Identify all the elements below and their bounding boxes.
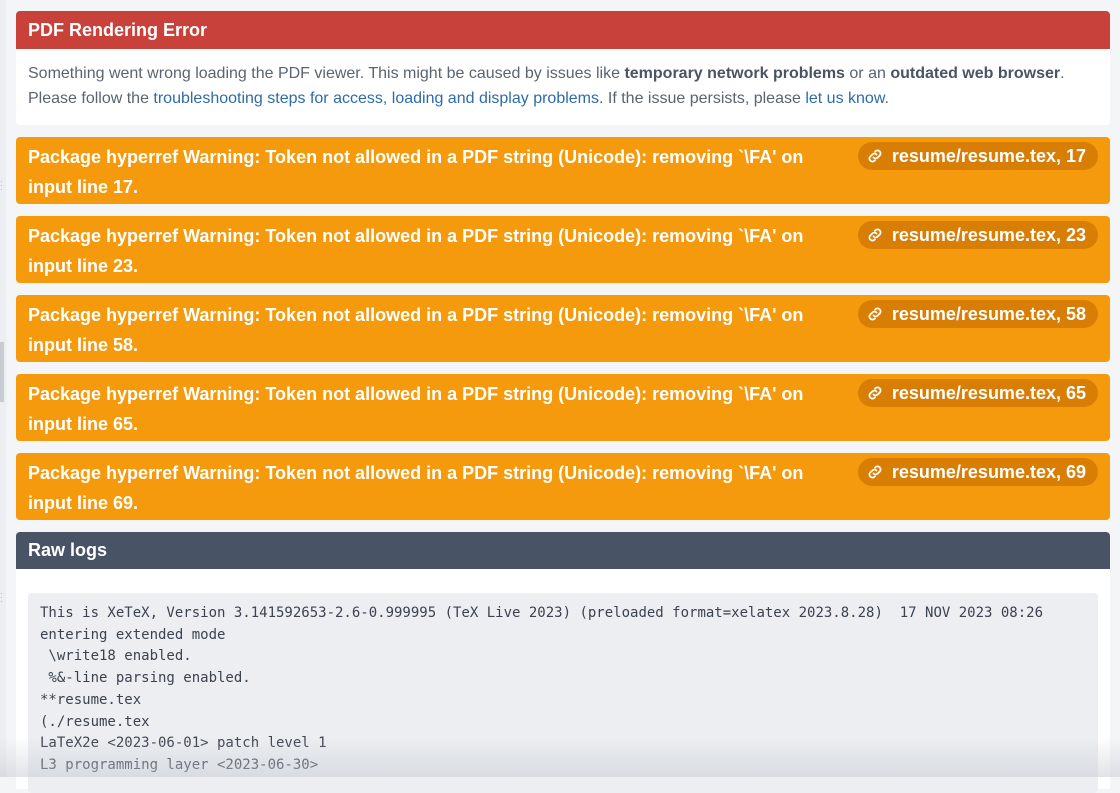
warning-item[interactable]: Package hyperref Warning: Token not allo… [16,374,1110,441]
emphasis-network: temporary network problems [624,65,845,82]
warning-message: Package hyperref Warning: Token not allo… [28,458,828,518]
raw-logs-panel: Raw logs This is XeTeX, Version 3.141592… [16,532,1110,789]
warning-file-link[interactable]: resume/resume.tex, 58 [858,300,1098,328]
link-icon [866,305,884,323]
warning-item[interactable]: Package hyperref Warning: Token not allo… [16,137,1110,204]
warning-file-location: resume/resume.tex, 65 [892,379,1086,407]
link-icon [866,147,884,165]
warning-file-link[interactable]: resume/resume.tex, 17 [858,142,1098,170]
warning-message: Package hyperref Warning: Token not allo… [28,300,828,360]
warning-item[interactable]: Package hyperref Warning: Token not allo… [16,295,1110,362]
warning-list: Package hyperref Warning: Token not allo… [16,137,1110,520]
gutter-grip-dots: ··· [0,180,4,192]
log-panel: PDF Rendering Error Something went wrong… [16,11,1110,789]
emphasis-browser: outdated web browser [890,65,1060,82]
warning-message: Package hyperref Warning: Token not allo… [28,221,828,281]
warning-file-location: resume/resume.tex, 69 [892,458,1086,486]
warning-item[interactable]: Package hyperref Warning: Token not allo… [16,453,1110,520]
pdf-error-panel: PDF Rendering Error Something went wrong… [16,11,1110,125]
raw-logs-body: This is XeTeX, Version 3.141592653-2.6-0… [16,569,1110,789]
warning-file-link[interactable]: resume/resume.tex, 65 [858,379,1098,407]
pdf-error-title: PDF Rendering Error [16,11,1110,49]
warning-file-location: resume/resume.tex, 23 [892,221,1086,249]
warning-file-link[interactable]: resume/resume.tex, 69 [858,458,1098,486]
raw-logs-title[interactable]: Raw logs [16,532,1110,569]
warning-item[interactable]: Package hyperref Warning: Token not allo… [16,216,1110,283]
link-icon [866,463,884,481]
gutter-resize-handle[interactable] [0,342,4,402]
raw-logs-content[interactable]: This is XeTeX, Version 3.141592653-2.6-0… [28,593,1098,793]
warning-file-location: resume/resume.tex, 58 [892,300,1086,328]
let-us-know-link[interactable]: let us know [805,90,884,107]
troubleshooting-link[interactable]: troubleshooting steps for access, loadin… [153,90,599,107]
link-icon [866,384,884,402]
warning-file-link[interactable]: resume/resume.tex, 23 [858,221,1098,249]
warning-message: Package hyperref Warning: Token not allo… [28,142,828,202]
link-icon [866,226,884,244]
gutter-grip-dots: ··· [0,592,4,604]
warning-message: Package hyperref Warning: Token not allo… [28,379,828,439]
warning-file-location: resume/resume.tex, 17 [892,142,1086,170]
pdf-error-message: Something went wrong loading the PDF vie… [16,49,1110,125]
